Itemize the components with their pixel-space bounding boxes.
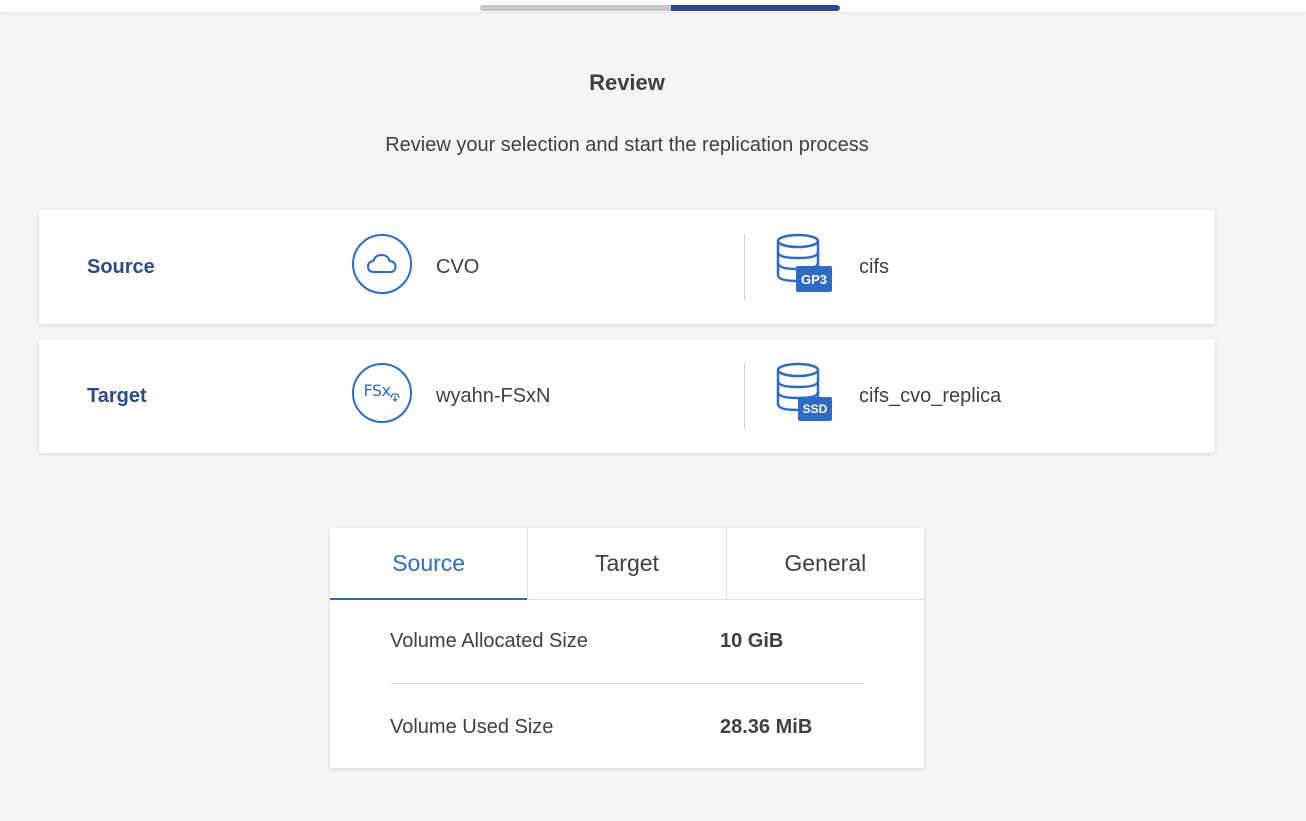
tab-source[interactable]: Source bbox=[330, 528, 529, 600]
target-summary-card: Target FSx wyahn-FSxN SSD cifs_cvo_repli… bbox=[39, 339, 1215, 453]
detail-value: 10 GiB bbox=[720, 630, 784, 652]
volume-badge-gp3: GP3 bbox=[801, 272, 827, 287]
details-tabs: Source Target General bbox=[330, 528, 924, 600]
wizard-header bbox=[0, 0, 1306, 12]
volume-badge-ssd: SSD bbox=[803, 402, 828, 416]
target-row-label: Target bbox=[87, 385, 147, 407]
page-title: Review bbox=[589, 70, 665, 95]
tab-general[interactable]: General bbox=[727, 528, 924, 599]
source-summary-card: Source CVO GP3 cifs bbox=[39, 210, 1215, 324]
detail-row-allocated-size: Volume Allocated Size 10 GiB bbox=[390, 600, 864, 684]
tab-target[interactable]: Target bbox=[528, 528, 727, 599]
volume-gp3-icon: GP3 bbox=[774, 232, 836, 296]
target-row-divider bbox=[744, 363, 745, 429]
detail-label: Volume Used Size bbox=[390, 715, 554, 738]
fsx-icon-text: FSx bbox=[363, 380, 391, 400]
volume-ssd-icon: SSD bbox=[774, 361, 836, 425]
source-row-divider bbox=[744, 234, 745, 300]
fsx-icon: FSx bbox=[352, 363, 412, 423]
target-volume-name: cifs_cvo_replica bbox=[859, 385, 1002, 407]
target-environment-name: wyahn-FSxN bbox=[436, 385, 551, 407]
detail-row-used-size: Volume Used Size 28.36 MiB bbox=[390, 685, 864, 769]
wizard-progress-bar bbox=[480, 5, 840, 11]
source-volume-name: cifs bbox=[859, 256, 889, 278]
source-row-label: Source bbox=[87, 256, 155, 278]
cloud-icon bbox=[352, 234, 412, 294]
wizard-progress-fill bbox=[670, 5, 840, 11]
page-subtitle: Review your selection and start the repl… bbox=[385, 134, 869, 156]
source-environment-name: CVO bbox=[436, 256, 480, 278]
details-panel: Source Target General Volume Allocated S… bbox=[330, 528, 924, 768]
detail-label: Volume Allocated Size bbox=[390, 630, 588, 652]
detail-value: 28.36 MiB bbox=[720, 715, 813, 738]
